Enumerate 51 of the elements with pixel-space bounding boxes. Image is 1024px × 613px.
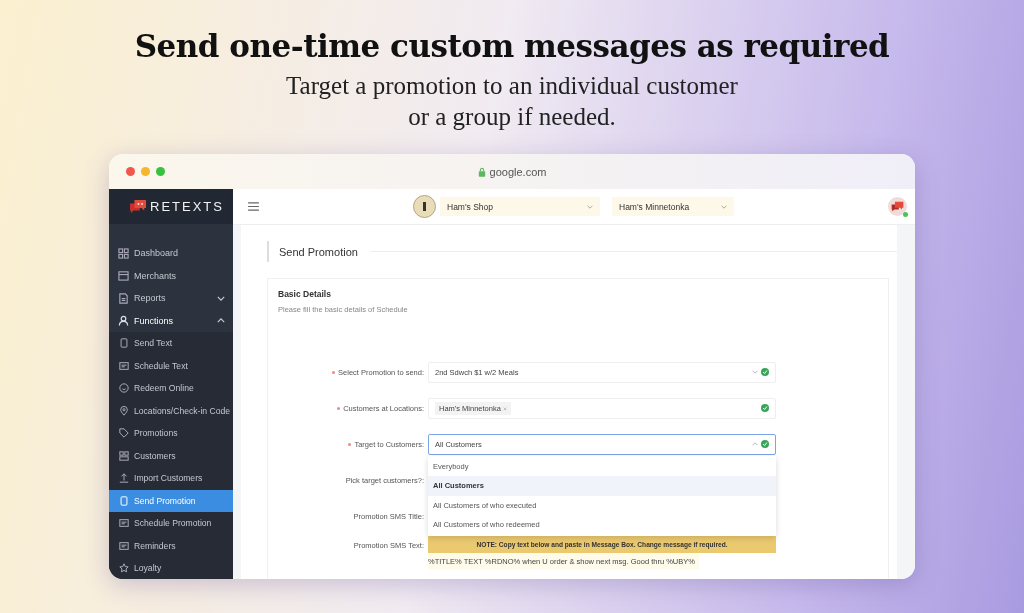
store-icon xyxy=(118,270,129,282)
grid-icon xyxy=(118,247,129,259)
sidebar-item[interactable]: Merchants xyxy=(109,264,233,287)
menu-icon[interactable] xyxy=(248,202,259,211)
location-select[interactable]: Ham's Minnetonka xyxy=(612,197,734,216)
sidebar-item[interactable]: Reports xyxy=(109,287,233,310)
card-icon xyxy=(119,540,129,551)
shop-select[interactable]: Ham's Shop xyxy=(440,197,600,216)
subheadline: Target a promotion to an individual customer xyxy=(286,71,738,101)
sidebar-subitem[interactable]: Schedule Promotion xyxy=(109,512,233,535)
sidebar-subitem[interactable]: Redeem Online xyxy=(109,377,233,400)
smile-icon xyxy=(119,383,129,394)
sidebar-subitem[interactable]: Promotions xyxy=(109,422,233,445)
maximize-dot-icon[interactable] xyxy=(156,167,165,176)
tag-icon xyxy=(119,428,129,439)
chevron-up-icon xyxy=(752,442,758,446)
grid2-icon xyxy=(119,450,129,461)
remove-icon[interactable] xyxy=(502,406,507,411)
sidebar-subitem[interactable]: Import Customers xyxy=(109,467,233,490)
minimize-dot-icon[interactable] xyxy=(141,167,150,176)
sidebar-item[interactable]: Dashboard xyxy=(109,242,233,265)
chevron-down-icon xyxy=(587,204,593,209)
chevron-down-icon xyxy=(721,204,727,209)
pin-icon xyxy=(119,405,129,416)
page-title: Send Promotion xyxy=(279,245,358,258)
shop-logo-icon xyxy=(413,195,436,218)
star-icon xyxy=(119,563,129,574)
phone-icon xyxy=(119,338,129,349)
doc-icon xyxy=(118,292,129,304)
chevron-down-icon xyxy=(752,370,758,374)
sidebar-subitem[interactable]: Customers xyxy=(109,444,233,467)
phone-icon xyxy=(119,495,129,506)
sidebar-subitem[interactable]: Locations/Check-in Code xyxy=(109,399,233,422)
sidebar-subitem[interactable]: Send Text xyxy=(109,332,233,355)
logo-text: RETEXTS xyxy=(150,199,224,214)
chat-bubbles-icon xyxy=(129,198,147,215)
sidebar-subitem[interactable]: Loyalty xyxy=(109,557,233,579)
upload-icon xyxy=(119,473,129,484)
user-icon xyxy=(118,315,129,327)
close-dot-icon[interactable] xyxy=(126,167,135,176)
subheadline: or a group if needed. xyxy=(407,102,617,132)
sidebar-item[interactable]: Functions xyxy=(109,309,233,332)
card-icon xyxy=(119,360,129,371)
lock-icon xyxy=(477,166,486,177)
sidebar-subitem[interactable]: Reminders xyxy=(109,534,233,557)
url-text[interactable]: google.com xyxy=(489,165,547,178)
sidebar-subitem[interactable]: Schedule Text xyxy=(109,354,233,377)
user-avatar-icon[interactable] xyxy=(888,197,907,216)
headline: Send one-time custom messages as required xyxy=(134,27,890,66)
card-icon xyxy=(119,518,129,529)
section-title: Basic Details xyxy=(278,289,332,299)
